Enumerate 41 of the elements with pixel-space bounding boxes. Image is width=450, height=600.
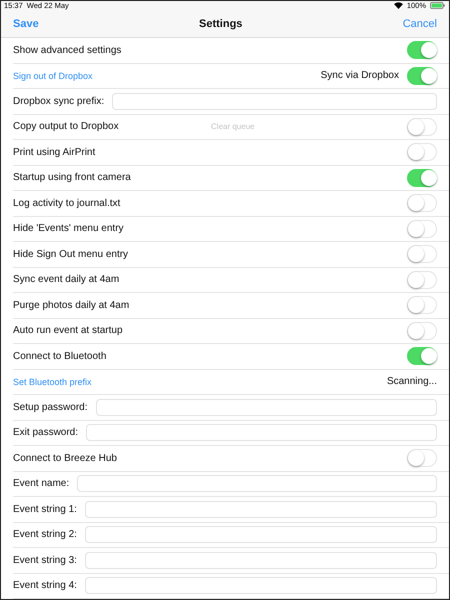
setting-label: Log activity to journal.txt xyxy=(13,198,120,209)
toggle-switch[interactable] xyxy=(407,66,437,85)
battery-icon xyxy=(430,2,445,10)
setting-label: Sync event daily at 4am xyxy=(13,274,120,286)
field-label: Event string 1: xyxy=(13,504,77,515)
nav-title: Settings xyxy=(199,18,242,30)
cancel-button[interactable]: Cancel xyxy=(402,18,437,30)
setting-label: Auto run event at startup xyxy=(13,325,123,336)
prefix-link[interactable]: Set Bluetooth prefix xyxy=(13,376,92,387)
input-field[interactable] xyxy=(86,424,437,442)
toggle-switch[interactable] xyxy=(407,168,437,187)
setting-label: Copy output to Dropbox xyxy=(13,121,119,132)
field-label: Exit password: xyxy=(13,427,78,438)
field-label: Event string 4: xyxy=(13,580,77,592)
toggle-switch[interactable] xyxy=(407,347,437,366)
status-text: Scanning... xyxy=(386,376,437,388)
sign-out-link[interactable]: Sign out of Dropbox xyxy=(13,70,93,81)
setting-label: Purge photos daily at 4am xyxy=(13,300,130,311)
field-label: Event string 2: xyxy=(13,529,77,540)
input-field[interactable] xyxy=(77,475,437,492)
input-field[interactable] xyxy=(96,398,437,416)
setting-label: Show advanced settings xyxy=(13,44,122,56)
setting-label: Connect to Bluetooth xyxy=(13,350,106,362)
input-field[interactable] xyxy=(84,526,437,544)
setting-label: Startup using front camera xyxy=(13,172,131,184)
field-label: Event string 3: xyxy=(13,554,77,566)
field-label: Event name: xyxy=(13,478,70,490)
setting-label: Connect to Breeze Hub xyxy=(13,452,117,464)
input-field[interactable] xyxy=(84,552,437,569)
setting-label: Print using AirPrint xyxy=(13,146,96,158)
toggle-switch[interactable] xyxy=(407,41,437,60)
setting-label: Sync via Dropbox xyxy=(320,70,399,82)
wifi-icon xyxy=(394,2,403,10)
input-field[interactable] xyxy=(84,500,437,518)
field-label: Dropbox sync prefix: xyxy=(13,96,104,107)
input-field[interactable] xyxy=(84,577,437,594)
save-button[interactable]: Save xyxy=(13,18,39,30)
setting-label: Hide 'Events' menu entry xyxy=(13,223,124,234)
field-label: Setup password: xyxy=(13,402,88,413)
setting-label: Hide Sign Out menu entry xyxy=(13,248,128,260)
input-field[interactable] xyxy=(112,92,437,110)
